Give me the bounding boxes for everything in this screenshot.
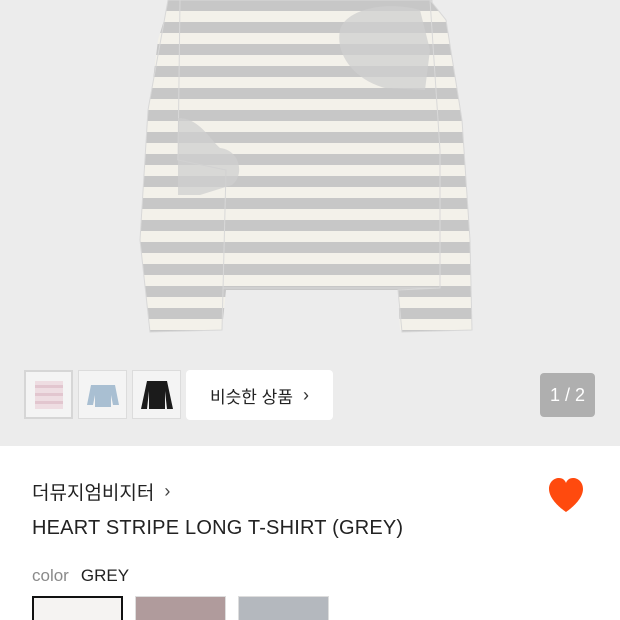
blue-top-thumbnail-image [86, 384, 119, 407]
product-image-gallery[interactable]: 비슷한 상품 › 1 / 2 [0, 0, 620, 446]
brand-link[interactable]: 더뮤지엄비지터 › [32, 478, 170, 505]
page-indicator: 1 / 2 [540, 373, 595, 417]
heart-icon[interactable] [546, 476, 586, 516]
similar-products-label: 비슷한 상품 [210, 387, 293, 407]
color-swatches [32, 596, 329, 620]
thumbnail-black-top[interactable] [132, 370, 181, 419]
swatch-grey[interactable] [32, 596, 123, 620]
brand-name: 더뮤지엄비지터 [32, 483, 155, 504]
chevron-right-icon: › [164, 481, 171, 501]
color-info: color GREY [32, 566, 129, 586]
pink-stripe-thumbnail-image [34, 380, 63, 409]
chevron-right-icon: › [302, 384, 309, 405]
color-label: color [32, 566, 69, 585]
similar-products-button[interactable]: 비슷한 상품 › [186, 370, 333, 420]
black-top-thumbnail-image [140, 380, 173, 409]
swatch-blue[interactable] [238, 596, 329, 620]
swatch-pink[interactable] [135, 596, 226, 620]
thumbnail-blue-top[interactable] [78, 370, 127, 419]
thumbnail-pink-stripe[interactable] [24, 370, 73, 419]
color-value: GREY [80, 566, 130, 585]
thumbnail-strip [24, 370, 181, 419]
product-title: HEART STRIPE LONG T-SHIRT (GREY) [32, 517, 404, 539]
